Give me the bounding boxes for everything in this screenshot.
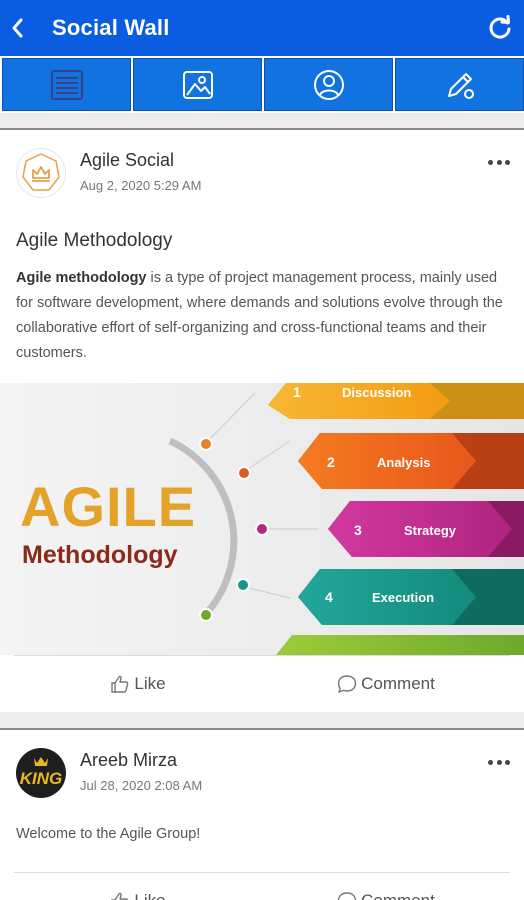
post-card: KING Areeb Mirza Jul 28, 2020 2:08 AM We… <box>0 728 524 900</box>
tab-feed[interactable] <box>2 58 131 111</box>
agile-logo-icon <box>22 153 60 191</box>
svg-text:Analysis: Analysis <box>377 455 430 470</box>
like-label: Like <box>134 673 166 693</box>
svg-text:1: 1 <box>293 384 301 400</box>
post-timestamp: Jul 28, 2020 2:08 AM <box>80 778 203 793</box>
post-actions: Like Comment <box>14 655 510 711</box>
post-image[interactable]: AGILE Methodology 1 Discussion 2 Analysi… <box>0 383 524 655</box>
comment-button[interactable]: Comment <box>262 674 510 694</box>
banner-subhead: Methodology <box>22 541 178 569</box>
post-header: Agile Social Aug 2, 2020 5:29 AM <box>0 130 524 206</box>
list-icon <box>50 69 83 100</box>
comment-icon <box>337 891 357 900</box>
more-options-button[interactable] <box>488 760 510 768</box>
more-options-button[interactable] <box>488 160 510 168</box>
post-card: Agile Social Aug 2, 2020 5:29 AM Agile M… <box>0 128 524 712</box>
svg-text:Discussion: Discussion <box>342 385 411 400</box>
svg-text:Strategy: Strategy <box>404 523 457 538</box>
comment-button[interactable]: Comment <box>262 891 510 900</box>
profile-icon <box>313 69 344 100</box>
step-3: 3 Strategy <box>328 501 524 557</box>
post-separator <box>0 712 524 728</box>
like-button[interactable]: Like <box>14 891 262 900</box>
post-timestamp: Aug 2, 2020 5:29 AM <box>80 178 202 193</box>
tab-bar <box>0 56 524 113</box>
author-name[interactable]: Agile Social <box>80 150 174 171</box>
tab-photos[interactable] <box>133 58 262 111</box>
feed: Agile Social Aug 2, 2020 5:29 AM Agile M… <box>0 128 524 900</box>
avatar[interactable] <box>16 148 66 198</box>
post-body-bold: Agile methodology <box>16 270 147 286</box>
svg-text:4: 4 <box>325 589 333 605</box>
edit-pen-icon <box>447 72 474 99</box>
post-title: Agile Methodology <box>16 230 173 251</box>
page-title: Social Wall <box>52 15 170 40</box>
image-icon <box>182 70 213 99</box>
step-1: 1 Discussion <box>268 383 524 419</box>
svg-text:3: 3 <box>354 522 362 538</box>
thumbs-up-icon <box>111 675 129 693</box>
comment-label: Comment <box>361 890 435 900</box>
step-4: 4 Execution <box>298 569 524 625</box>
more-icon <box>488 160 493 165</box>
like-label: Like <box>134 890 166 900</box>
king-avatar-image: KING <box>20 757 63 788</box>
refresh-button[interactable] <box>484 12 516 44</box>
back-arrow-icon <box>12 18 23 38</box>
svg-text:KING: KING <box>20 769 63 788</box>
comment-label: Comment <box>361 673 435 693</box>
step-5 <box>276 635 524 655</box>
comment-icon <box>337 674 357 693</box>
svg-text:2: 2 <box>327 454 335 470</box>
post-text: Welcome to the Agile Group! <box>16 826 201 842</box>
refresh-icon <box>489 15 511 39</box>
post-actions: Like Comment <box>14 872 510 900</box>
back-button[interactable] <box>0 0 34 56</box>
tab-profile[interactable] <box>264 58 393 111</box>
svg-text:Execution: Execution <box>372 590 434 605</box>
step-2: 2 Analysis <box>298 433 524 489</box>
more-icon <box>488 760 493 765</box>
post-header: KING Areeb Mirza Jul 28, 2020 2:08 AM <box>0 730 524 806</box>
tab-compose[interactable] <box>395 58 524 111</box>
post-body: Agile methodology is a type of project m… <box>0 252 524 366</box>
banner-headline: AGILE <box>20 475 196 538</box>
avatar[interactable]: KING <box>16 748 66 798</box>
author-name[interactable]: Areeb Mirza <box>80 750 177 771</box>
thumbs-up-icon <box>111 892 129 900</box>
app-bar: Social Wall <box>0 0 524 56</box>
like-button[interactable]: Like <box>14 674 262 694</box>
